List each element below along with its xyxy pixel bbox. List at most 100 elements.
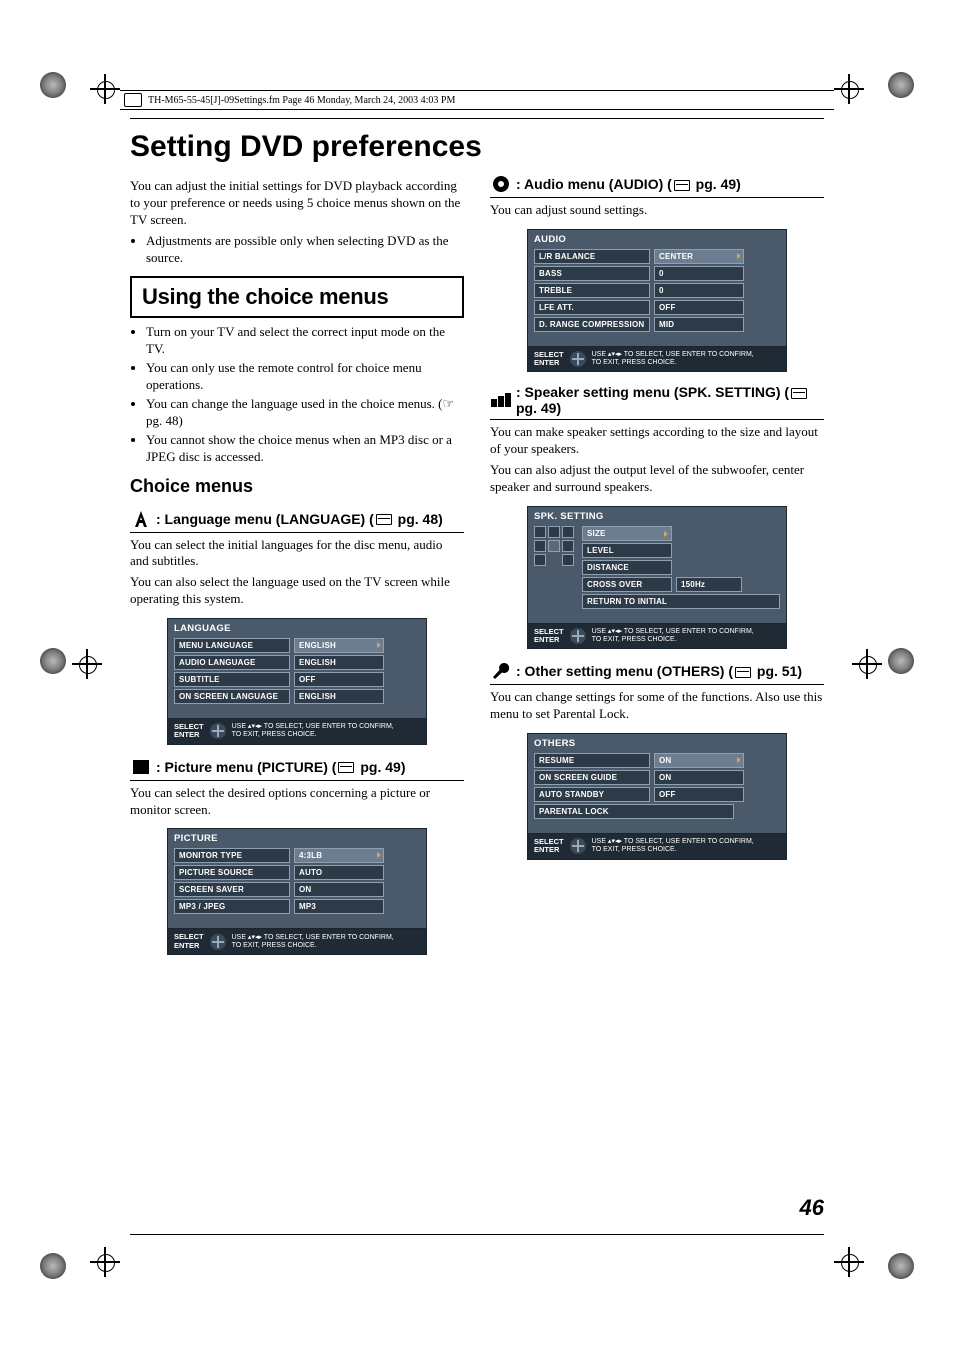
osd-tab-icons	[704, 234, 780, 245]
page-number: 46	[800, 1195, 824, 1221]
page-ref-icon	[674, 180, 690, 191]
osd-audio: AUDIO L/R BALANCECENTER BASS0 TREBLE0 LF…	[527, 229, 787, 373]
others-desc: You can change settings for some of the …	[490, 689, 824, 723]
crop-mark-icon	[888, 72, 914, 98]
osd-row: ON SCREEN GUIDEON	[534, 770, 780, 785]
choice-bullet: You cannot show the choice menus when an…	[146, 432, 464, 466]
heading-text: : Picture menu (PICTURE) ( pg. 49)	[156, 759, 405, 775]
heading-language-menu: : Language menu (LANGUAGE) ( pg. 48)	[130, 509, 464, 533]
osd-title: LANGUAGE	[174, 623, 231, 634]
osd-tab-icons	[704, 738, 780, 749]
section-box-heading: Using the choice menus	[130, 276, 464, 318]
heading-speaker-menu: : Speaker setting menu (SPK. SETTING) ( …	[490, 384, 824, 420]
registration-mark-icon	[76, 653, 98, 675]
heading-audio-menu: : Audio menu (AUDIO) ( pg. 49)	[490, 174, 824, 198]
osd-row: ON SCREEN LANGUAGEENGLISH	[174, 689, 420, 704]
language-desc-1: You can select the initial languages for…	[130, 537, 464, 571]
language-desc-2: You can also select the language used on…	[130, 574, 464, 608]
wrench-icon	[490, 661, 512, 681]
choice-bullet: Turn on your TV and select the correct i…	[146, 324, 464, 358]
osd-title: SPK. SETTING	[534, 511, 604, 522]
crop-mark-icon	[40, 1253, 66, 1279]
registration-mark-icon	[838, 78, 860, 100]
osd-row: MP3 / JPEGMP3	[174, 899, 420, 914]
osd-row: TREBLE0	[534, 283, 780, 298]
heading-text: : Other setting menu (OTHERS) ( pg. 51)	[516, 663, 802, 679]
document-header: TH-M65-55-45[J]-09Settings.fm Page 46 Mo…	[120, 90, 834, 110]
osd-footer: SELECTENTER USE ▴▾◂▸ TO SELECT, USE ENTE…	[167, 929, 427, 955]
osd-footer: SELECTENTER USE ▴▾◂▸ TO SELECT, USE ENTE…	[527, 834, 787, 860]
crop-mark-icon	[888, 648, 914, 674]
osd-tab-icons	[344, 833, 420, 844]
subheading-choice-menus: Choice menus	[130, 476, 464, 497]
audio-desc: You can adjust sound settings.	[490, 202, 824, 219]
osd-row: RETURN TO INITIAL	[582, 594, 780, 609]
intro-bullet: Adjustments are possible only when selec…	[146, 233, 464, 267]
osd-spk: SPK. SETTING SIZE LEVEL	[527, 506, 787, 650]
book-icon	[124, 93, 142, 107]
osd-row: DISTANCE	[582, 560, 780, 575]
crop-mark-icon	[888, 1253, 914, 1279]
osd-others: OTHERS RESUMEON ON SCREEN GUIDEON AUTO S…	[527, 733, 787, 860]
spk-desc-2: You can also adjust the output level of …	[490, 462, 824, 496]
crop-mark-icon	[40, 648, 66, 674]
osd-row: RESUMEON	[534, 753, 780, 768]
page-title: Setting DVD preferences	[130, 130, 824, 164]
picture-icon	[130, 757, 152, 777]
intro-bullets: Adjustments are possible only when selec…	[130, 233, 464, 267]
osd-row: MONITOR TYPE4:3LB	[174, 848, 420, 863]
intro-paragraph: You can adjust the initial settings for …	[130, 178, 464, 229]
osd-title: OTHERS	[534, 738, 575, 749]
osd-row: MENU LANGUAGEENGLISH	[174, 638, 420, 653]
registration-mark-icon	[94, 78, 116, 100]
osd-row: AUTO STANDBYOFF	[534, 787, 780, 802]
rule-top	[130, 118, 824, 119]
dpad-icon	[210, 723, 226, 739]
osd-row: PARENTAL LOCK	[534, 804, 780, 819]
registration-mark-icon	[838, 1251, 860, 1273]
heading-text: : Audio menu (AUDIO) ( pg. 49)	[516, 176, 741, 192]
osd-row: AUDIO LANGUAGEENGLISH	[174, 655, 420, 670]
osd-row: LEVEL	[582, 543, 780, 558]
osd-language: LANGUAGE MENU LANGUAGEENGLISH AUDIO LANG…	[167, 618, 427, 745]
audio-icon	[490, 174, 512, 194]
osd-title: AUDIO	[534, 234, 566, 245]
dpad-icon	[210, 934, 226, 950]
osd-row: LFE ATT.OFF	[534, 300, 780, 315]
osd-footer: SELECTENTER USE ▴▾◂▸ TO SELECT, USE ENTE…	[167, 719, 427, 745]
speaker-icon	[490, 390, 512, 410]
choice-bullet: You can change the language used in the …	[146, 396, 464, 430]
osd-row: CROSS OVER150Hz	[582, 577, 780, 592]
osd-title: PICTURE	[174, 833, 218, 844]
choice-bullet: You can only use the remote control for …	[146, 360, 464, 394]
osd-row: SUBTITLEOFF	[174, 672, 420, 687]
heading-others-menu: : Other setting menu (OTHERS) ( pg. 51)	[490, 661, 824, 685]
speaker-layout-icon	[534, 526, 576, 609]
heading-text: : Speaker setting menu (SPK. SETTING) ( …	[516, 384, 824, 416]
page-ref-icon	[791, 388, 807, 399]
osd-row: SIZE	[582, 526, 780, 541]
dpad-icon	[570, 838, 586, 854]
osd-row: BASS0	[534, 266, 780, 281]
page-ref-icon	[338, 762, 354, 773]
osd-picture: PICTURE MONITOR TYPE4:3LB PICTURE SOURCE…	[167, 828, 427, 955]
osd-tab-icons	[704, 511, 780, 522]
page-ref-icon	[376, 514, 392, 525]
osd-row: L/R BALANCECENTER	[534, 249, 780, 264]
osd-footer: SELECTENTER USE ▴▾◂▸ TO SELECT, USE ENTE…	[527, 347, 787, 373]
osd-row: SCREEN SAVERON	[174, 882, 420, 897]
dpad-icon	[570, 351, 586, 367]
registration-mark-icon	[94, 1251, 116, 1273]
spk-desc-1: You can make speaker settings according …	[490, 424, 824, 458]
language-icon	[130, 509, 152, 529]
dpad-icon	[570, 628, 586, 644]
heading-picture-menu: : Picture menu (PICTURE) ( pg. 49)	[130, 757, 464, 781]
page-ref-icon	[735, 667, 751, 678]
osd-tab-icons	[344, 623, 420, 634]
registration-mark-icon	[856, 653, 878, 675]
osd-row: D. RANGE COMPRESSIONMID	[534, 317, 780, 332]
osd-footer: SELECTENTER USE ▴▾◂▸ TO SELECT, USE ENTE…	[527, 624, 787, 650]
osd-row: PICTURE SOURCEAUTO	[174, 865, 420, 880]
picture-desc: You can select the desired options conce…	[130, 785, 464, 819]
crop-mark-icon	[40, 72, 66, 98]
